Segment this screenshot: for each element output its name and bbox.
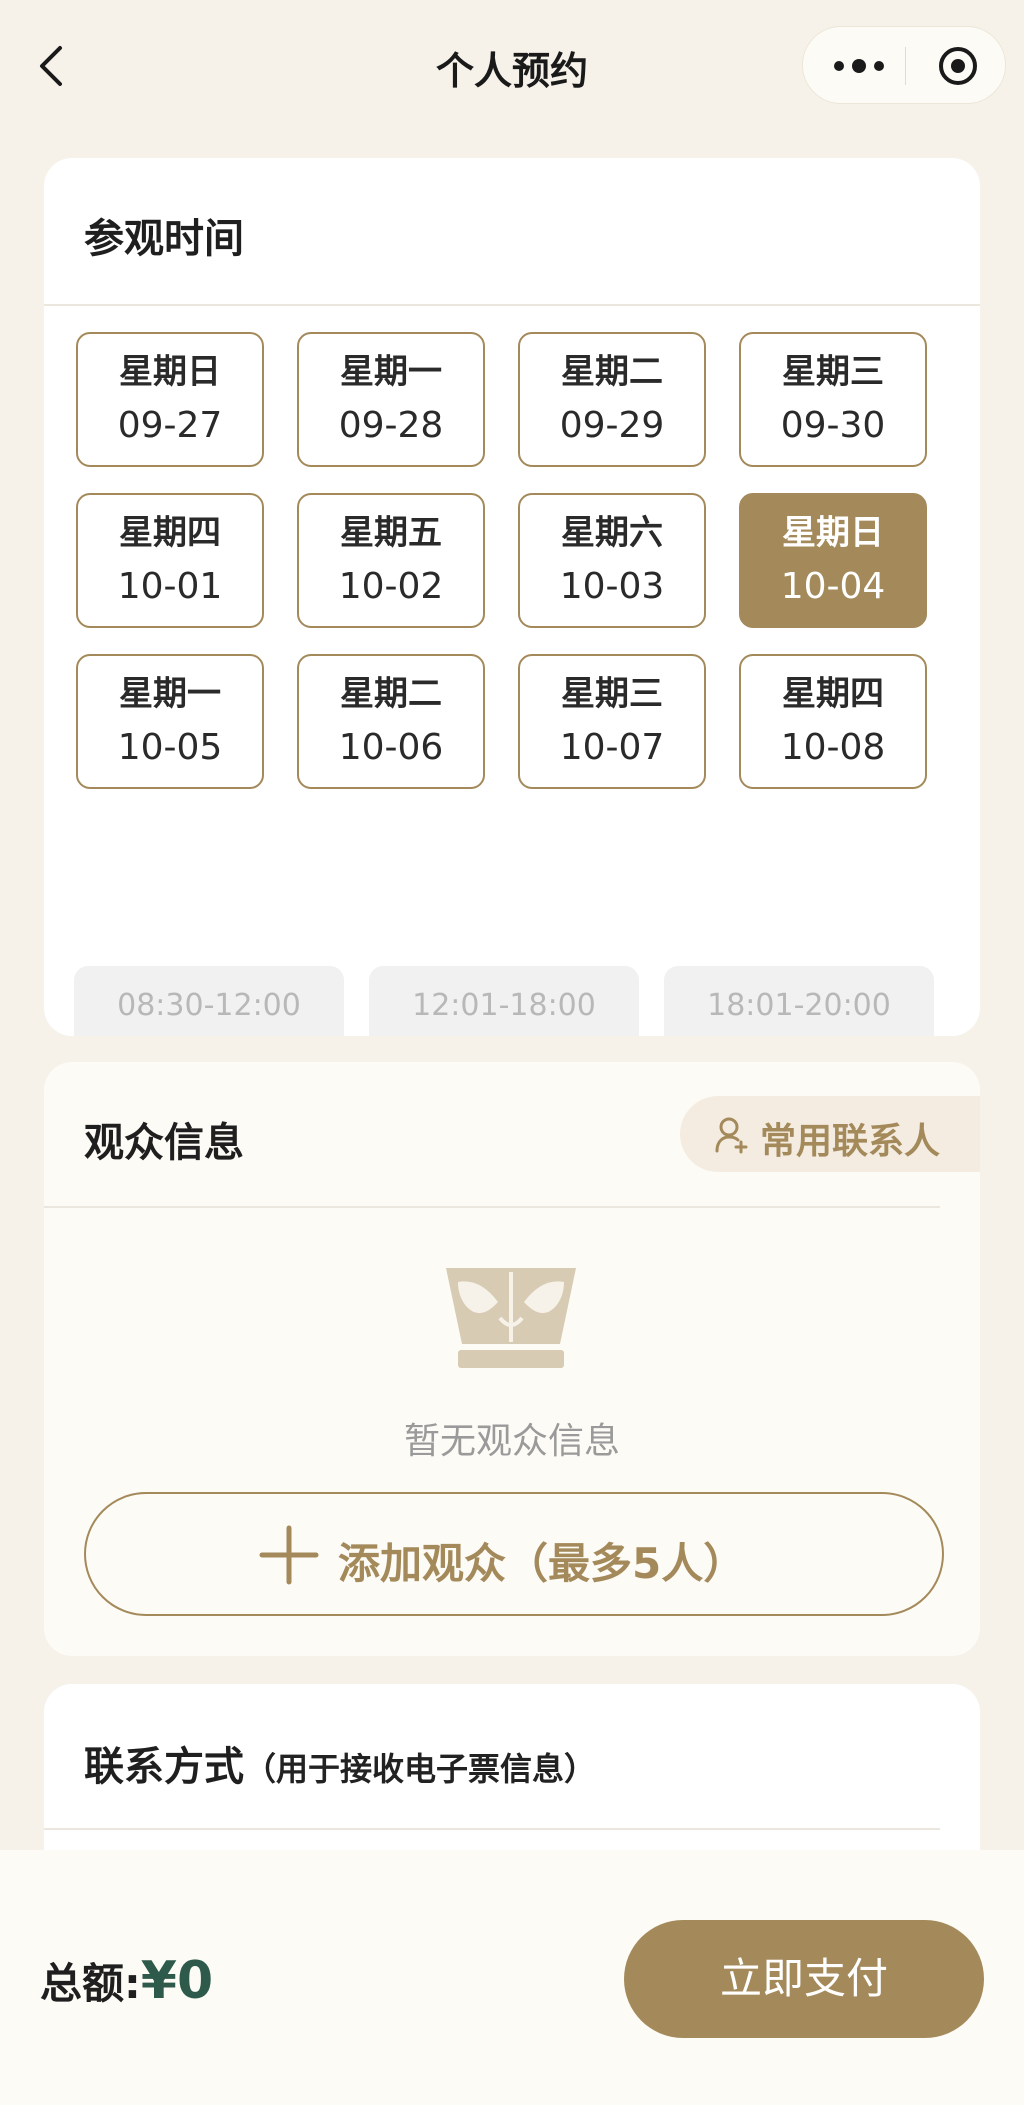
contact-method-title: 联系方式（用于接收电子票信息）	[84, 1734, 596, 1792]
frequent-contacts-label: 常用联系人	[760, 1121, 941, 1162]
date-weekday: 星期三	[782, 352, 884, 392]
date-option[interactable]: 星期一 10-05	[76, 654, 264, 789]
total-label: 总额:	[40, 1959, 141, 2008]
date-weekday: 星期五	[340, 513, 442, 553]
date-value: 10-08	[780, 727, 886, 768]
time-slot[interactable]: 12:01-18:00已售罄	[369, 966, 639, 1036]
date-option[interactable]: 星期一 09-28	[297, 332, 485, 467]
capsule-divider	[905, 47, 906, 85]
time-slot-range: 18:01-20:00	[707, 988, 891, 1023]
time-slot-range: 12:01-18:00	[412, 988, 596, 1023]
contact-method-label: 联系方式	[84, 1744, 244, 1790]
empty-visitors-text: 暂无观众信息	[403, 1421, 620, 1462]
nav-bar: 个人预约	[0, 0, 1024, 130]
contact-method-subtitle: （用于接收电子票信息）	[244, 1750, 597, 1788]
empty-artifact-icon	[446, 1268, 576, 1368]
date-option[interactable]: 星期五 10-02	[297, 493, 485, 628]
date-weekday: 星期二	[340, 674, 442, 714]
date-weekday: 星期四	[782, 674, 884, 714]
date-value: 09-30	[780, 405, 886, 446]
date-option[interactable]: 星期四 10-08	[739, 654, 927, 789]
more-dots-icon	[834, 59, 884, 73]
time-slot[interactable]: 08:30-12:00已售罄	[74, 966, 344, 1036]
close-miniprogram-button[interactable]	[937, 45, 979, 87]
date-weekday: 星期日	[119, 352, 221, 392]
date-weekday: 星期一	[119, 674, 221, 714]
date-weekday: 星期三	[561, 674, 663, 714]
date-option[interactable]: 星期二 10-06	[297, 654, 485, 789]
date-weekday: 星期日	[782, 513, 884, 553]
date-value: 10-07	[559, 727, 665, 768]
date-value: 09-28	[338, 405, 444, 446]
date-option[interactable]: 星期日 09-27	[76, 332, 264, 467]
total-value: ¥0	[140, 1951, 214, 2011]
visitor-info-card: 观众信息 常用联系人 暂无观众信息 添加观众（最多5人）	[44, 1062, 980, 1656]
date-weekday: 星期六	[561, 513, 663, 553]
date-value: 10-04	[780, 566, 886, 607]
frequent-contacts-button[interactable]: 常用联系人	[680, 1096, 980, 1172]
date-value: 10-05	[117, 727, 223, 768]
date-value: 10-02	[338, 566, 444, 607]
divider	[44, 1828, 940, 1830]
visit-time-title: 参观时间	[84, 216, 244, 262]
date-option[interactable]: 星期六 10-03	[518, 493, 706, 628]
date-option[interactable]: 星期四 10-01	[76, 493, 264, 628]
total-amount: 总额:¥0	[40, 1950, 213, 2011]
pay-now-button[interactable]: 立即支付	[624, 1920, 984, 2038]
divider	[44, 304, 980, 306]
date-value: 10-06	[338, 727, 444, 768]
target-circle-icon	[939, 47, 977, 85]
date-weekday: 星期二	[561, 352, 663, 392]
date-value: 09-27	[117, 405, 223, 446]
date-weekday: 星期四	[119, 513, 221, 553]
date-value: 10-03	[559, 566, 665, 607]
divider	[44, 1206, 940, 1208]
plus-icon	[259, 1525, 319, 1585]
add-visitor-label: 添加观众（最多5人）	[338, 1539, 746, 1588]
date-option[interactable]: 星期二 09-29	[518, 332, 706, 467]
date-option[interactable]: 星期日 10-04	[739, 493, 927, 628]
more-button[interactable]	[831, 49, 887, 83]
mini-program-capsule	[802, 26, 1006, 104]
date-weekday: 星期一	[340, 352, 442, 392]
visitor-info-title: 观众信息	[84, 1120, 244, 1166]
date-option[interactable]: 星期三 10-07	[518, 654, 706, 789]
add-user-icon	[715, 1117, 748, 1154]
booking-page: 个人预约 参观时间 星期日 09-27 星期一 09-28 星期二 09-29 星期三 09-	[0, 0, 1024, 2105]
date-value: 10-01	[117, 566, 223, 607]
visit-time-card: 参观时间 星期日 09-27 星期一 09-28 星期二 09-29 星期三 09-30 星期四…	[44, 158, 980, 1036]
time-slot-range: 08:30-12:00	[117, 988, 301, 1023]
date-value: 09-29	[559, 405, 665, 446]
date-option[interactable]: 星期三 09-30	[739, 332, 927, 467]
time-slot[interactable]: 18:01-20:00已售罄	[664, 966, 934, 1036]
checkout-bar: 总额:¥0 立即支付	[0, 1850, 1024, 2105]
add-visitor-button[interactable]: 添加观众（最多5人）	[84, 1492, 944, 1616]
